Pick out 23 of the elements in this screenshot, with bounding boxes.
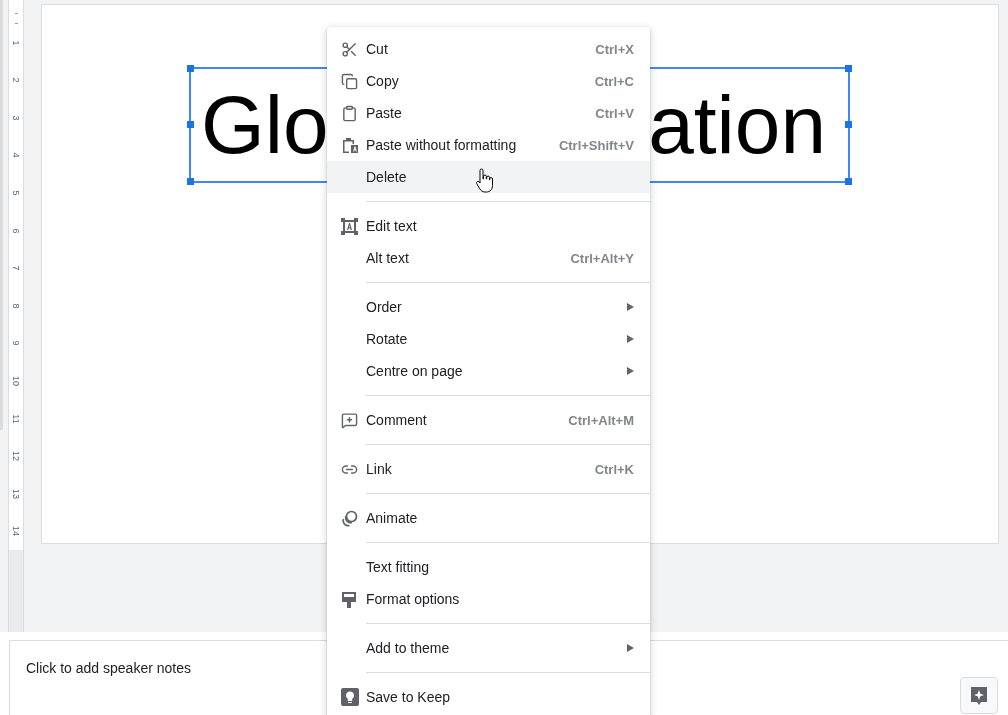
ruler-number: 2 [11, 77, 21, 83]
ruler-number: 9 [11, 340, 21, 346]
shortcut-text: Ctrl+X [595, 41, 634, 57]
ruler-number: 3 [11, 115, 21, 121]
ruler-number: 6 [11, 228, 21, 234]
ruler-number: 4 [11, 152, 21, 158]
ruler-number: 11 [11, 413, 21, 424]
ruler-number: 10 [11, 375, 21, 386]
title-text: Glo [201, 78, 329, 172]
ruler-number: 7 [11, 265, 21, 271]
ruler-number: 5 [11, 190, 21, 196]
shortcut-text: Ctrl+Shift+V [558, 137, 634, 153]
shortcut-text: Ctrl+V [595, 105, 634, 121]
ruler-number: 8 [11, 303, 21, 309]
ruler-number: 14 [11, 526, 21, 537]
title-text: ation [648, 78, 826, 172]
ruler-number: 13 [11, 488, 21, 499]
shortcut-text: Ctrl+K [594, 461, 634, 477]
ruler-number: 1 [11, 40, 21, 46]
ruler-number: 12 [11, 451, 21, 462]
shortcut-text: Ctrl+Alt+Y [570, 250, 634, 266]
shortcut-text: Ctrl+C [594, 73, 634, 89]
shortcut-text: Ctrl+Alt+M [568, 412, 634, 428]
